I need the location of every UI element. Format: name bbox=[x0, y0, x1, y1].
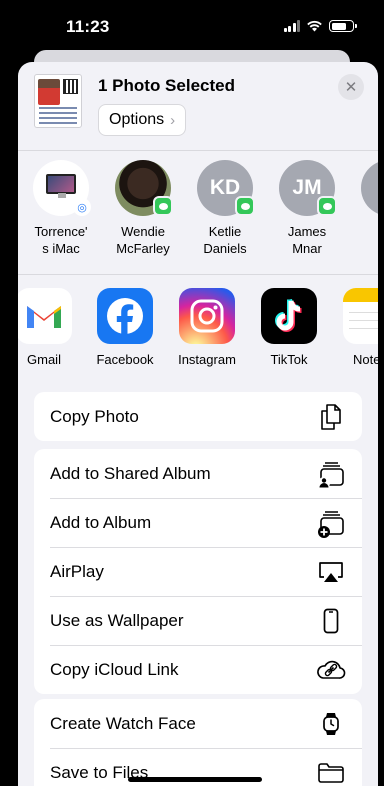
app-label: Instagram bbox=[178, 352, 236, 367]
messages-icon bbox=[317, 196, 337, 216]
battery-icon bbox=[329, 20, 357, 32]
person-james-mnar[interactable]: JM James Mnar bbox=[266, 160, 348, 257]
link-icon bbox=[316, 655, 346, 685]
facebook-icon bbox=[97, 288, 153, 344]
close-icon: ✕ bbox=[344, 79, 358, 96]
folder-icon bbox=[316, 758, 346, 786]
app-label: Facebook bbox=[96, 352, 154, 367]
phone-icon bbox=[316, 606, 346, 636]
app-gmail[interactable]: Gmail bbox=[18, 288, 84, 367]
person-name-line1: Torrence' bbox=[34, 224, 88, 239]
messages-icon bbox=[153, 196, 173, 216]
airdrop-icon: ◎ bbox=[73, 198, 91, 216]
app-tiktok[interactable]: TikTok bbox=[249, 288, 329, 367]
create-watch-face-action[interactable]: Create Watch Face bbox=[34, 699, 362, 748]
airplay-icon bbox=[316, 557, 346, 587]
person-name-line1: James bbox=[287, 224, 327, 239]
action-label: AirPlay bbox=[50, 561, 104, 581]
shared-album-icon bbox=[316, 459, 346, 489]
avatar bbox=[115, 160, 173, 216]
action-label: Add to Shared Album bbox=[50, 463, 211, 483]
app-instagram[interactable]: Instagram bbox=[167, 288, 247, 367]
use-as-wallpaper-action[interactable]: Use as Wallpaper bbox=[34, 596, 362, 645]
action-label: Add to Album bbox=[50, 512, 152, 532]
person-torrences-imac[interactable]: ◎ Torrence' s iMac bbox=[20, 160, 102, 257]
airplay-action[interactable]: AirPlay bbox=[34, 547, 362, 596]
person-wendie-mcfarley[interactable]: Wendie McFarley bbox=[102, 160, 184, 257]
chevron-right-icon: › bbox=[170, 111, 176, 129]
signal-icon bbox=[283, 20, 300, 32]
action-label: Create Watch Face bbox=[50, 713, 196, 733]
share-header: 1 Photo Selected Options › ✕ bbox=[18, 62, 378, 150]
app-label: Gmail bbox=[27, 352, 61, 367]
instagram-icon bbox=[179, 288, 235, 344]
wifi-icon bbox=[307, 20, 322, 32]
actions-group-other: Create Watch Face Save to Files bbox=[34, 699, 362, 786]
copy-icon bbox=[316, 402, 346, 432]
status-bar: 11:23 bbox=[0, 0, 384, 56]
person-ketlie-daniels[interactable]: KD Ketlie Daniels bbox=[184, 160, 266, 257]
app-label: TikTok bbox=[270, 352, 308, 367]
clock: 11:23 bbox=[66, 17, 110, 36]
notes-icon bbox=[343, 288, 378, 344]
avatar: JM bbox=[279, 160, 337, 216]
action-label: Copy iCloud Link bbox=[50, 659, 179, 679]
avatar: KD bbox=[197, 160, 255, 216]
person-name-line1: Ketlie bbox=[208, 224, 242, 239]
close-button[interactable]: ✕ bbox=[338, 74, 364, 100]
actions-group-album: Add to Shared Album Add to Album AirPlay… bbox=[34, 449, 362, 694]
copy-photo-action[interactable]: Copy Photo bbox=[34, 392, 362, 441]
apps-row: Gmail Facebook Instagram TikTok Note bbox=[18, 284, 378, 374]
action-label: Use as Wallpaper bbox=[50, 610, 184, 630]
person-name-line2: Mnar bbox=[292, 241, 322, 256]
app-facebook[interactable]: Facebook bbox=[85, 288, 165, 367]
app-notes[interactable]: Note bbox=[331, 288, 378, 367]
person-name-line2: McFarley bbox=[116, 241, 170, 256]
action-label: Copy Photo bbox=[50, 406, 139, 426]
home-indicator[interactable] bbox=[128, 777, 262, 782]
person-name-line1: A bbox=[348, 223, 378, 240]
person-name-line2: Daniels bbox=[203, 241, 247, 256]
copy-icloud-link-action[interactable]: Copy iCloud Link bbox=[34, 645, 362, 694]
imac-icon: ◎ bbox=[33, 160, 91, 216]
options-button[interactable]: Options › bbox=[98, 104, 187, 136]
options-label: Options bbox=[109, 111, 165, 128]
people-divider bbox=[18, 274, 378, 275]
messages-icon bbox=[235, 196, 255, 216]
avatar-initials: KD bbox=[209, 176, 241, 199]
person-name-line1: Wendie bbox=[121, 224, 165, 239]
add-to-shared-album-action[interactable]: Add to Shared Album bbox=[34, 449, 362, 498]
actions-group-copy: Copy Photo bbox=[34, 392, 362, 441]
gmail-icon bbox=[18, 288, 72, 344]
photo-thumbnail bbox=[34, 74, 82, 128]
share-sheet: 1 Photo Selected Options › ✕ ◎ Torrence'… bbox=[18, 62, 378, 786]
status-icons bbox=[283, 20, 357, 32]
header-divider bbox=[18, 150, 378, 151]
app-label: Note bbox=[353, 352, 378, 367]
tiktok-icon bbox=[261, 288, 317, 344]
person-partial[interactable]: A bbox=[348, 160, 378, 240]
avatar bbox=[361, 160, 378, 216]
avatar-initials: JM bbox=[292, 176, 322, 199]
person-name-line2: s iMac bbox=[42, 241, 80, 256]
people-row: ◎ Torrence' s iMac Wendie McFarley KD Ke… bbox=[18, 160, 378, 270]
watch-icon bbox=[316, 709, 346, 739]
share-title: 1 Photo Selected bbox=[98, 76, 235, 95]
add-to-album-action[interactable]: Add to Album bbox=[34, 498, 362, 547]
add-album-icon bbox=[316, 508, 346, 538]
